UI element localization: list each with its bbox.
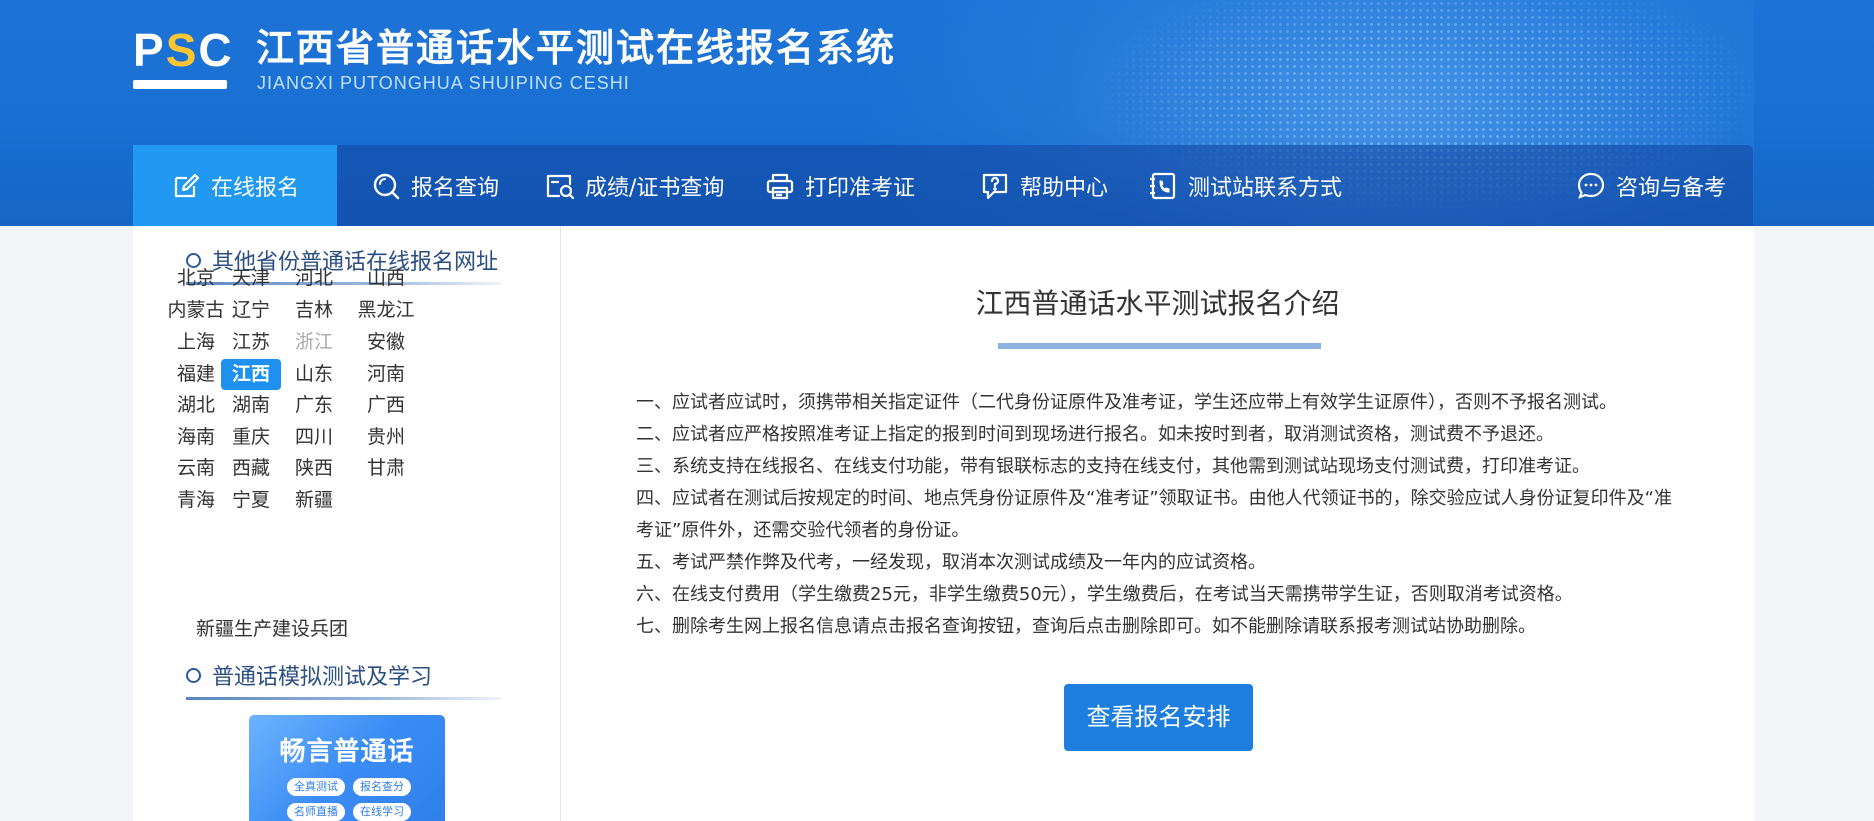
province-link[interactable]: 湖北 bbox=[166, 390, 226, 421]
province-link[interactable]: 新疆 bbox=[284, 485, 344, 516]
promo-title: 畅言普通话 bbox=[279, 737, 415, 767]
rule-item: 六、在线支付费用（学生缴费25元，非学生缴费50元），学生缴费后，在考试当天需携… bbox=[636, 584, 1573, 605]
province-link[interactable]: 辽宁 bbox=[221, 295, 281, 326]
province-link[interactable]: 内蒙古 bbox=[166, 295, 226, 326]
logo-underline bbox=[133, 80, 227, 89]
nav-label: 在线报名 bbox=[210, 175, 299, 201]
province-link[interactable]: 广东 bbox=[284, 390, 344, 421]
province-link[interactable]: 重庆 bbox=[221, 422, 281, 453]
psc-logo[interactable]: PSC bbox=[133, 27, 232, 90]
rule-item: 七、删除考生网上报名信息请点击报名查询按钮，查询后点击删除即可。如不能删除请联系… bbox=[636, 616, 1536, 637]
main-nav: 在线报名 报名查询 成绩/证书查询 打印准考证 帮助中心 测试站联系方式 咨询与… bbox=[133, 145, 1753, 226]
help-icon bbox=[982, 173, 1008, 199]
printer-icon bbox=[766, 173, 794, 199]
province-link[interactable]: 河南 bbox=[356, 359, 416, 390]
province-link[interactable]: 西藏 bbox=[221, 453, 281, 484]
province-link[interactable]: 山西 bbox=[356, 263, 416, 294]
province-link[interactable]: 黑龙江 bbox=[356, 295, 416, 326]
province-link-bingtuan[interactable]: 新疆生产建设兵团 bbox=[196, 614, 348, 641]
province-link[interactable]: 安徽 bbox=[356, 327, 416, 358]
practice-heading-rule bbox=[186, 697, 501, 700]
nav-item-consult-prepare[interactable]: 咨询与备考 bbox=[1576, 145, 1726, 226]
nav-label: 报名查询 bbox=[411, 175, 500, 201]
province-link[interactable]: 山东 bbox=[284, 359, 344, 390]
logo-letter-p: P bbox=[133, 24, 166, 76]
province-link[interactable]: 河北 bbox=[284, 263, 344, 294]
nav-item-registration-query[interactable]: 报名查询 bbox=[371, 145, 499, 226]
nav-label: 成绩/证书查询 bbox=[585, 175, 725, 201]
page-title: 江西普通话水平测试报名介绍 bbox=[975, 287, 1340, 320]
nav-item-online-registration[interactable]: 在线报名 bbox=[133, 145, 337, 226]
promo-tag: 名师直播 bbox=[287, 803, 345, 821]
nav-label: 测试站联系方式 bbox=[1188, 175, 1343, 201]
promo-tag: 在线学习 bbox=[353, 803, 411, 821]
province-link[interactable]: 广西 bbox=[356, 390, 416, 421]
registration-rules: 一、应试者应试时，须携带相关指定证件（二代身份证原件及准考证，学生还应带上有效学… bbox=[636, 387, 1686, 643]
edit-icon bbox=[174, 173, 200, 197]
logo-letter-s: S bbox=[165, 24, 199, 76]
sidebar: 其他省份普通话在线报名网址 北京 天津 河北 山西 内蒙古 辽宁 吉林 黑龙江 上海 江苏 浙江 安徽… bbox=[133, 226, 560, 821]
rule-item: 三、系统支持在线报名、在线支付功能，带有银联标志的支持在线支付，其他需到测试站现… bbox=[636, 456, 1590, 477]
circle-bullet-icon bbox=[186, 667, 201, 683]
province-link[interactable]: 海南 bbox=[166, 422, 226, 453]
province-link[interactable]: 宁夏 bbox=[221, 485, 281, 516]
province-link[interactable]: 湖南 bbox=[221, 390, 281, 421]
province-link[interactable]: 青海 bbox=[166, 485, 226, 516]
province-link[interactable]: 云南 bbox=[166, 453, 226, 484]
province-link[interactable]: 江西 bbox=[221, 359, 281, 390]
province-link[interactable]: 陕西 bbox=[284, 453, 344, 484]
chat-icon bbox=[1577, 172, 1605, 199]
search-icon bbox=[373, 173, 400, 199]
province-link[interactable]: 天津 bbox=[221, 263, 281, 294]
nav-item-score-certificate-query[interactable]: 成绩/证书查询 bbox=[545, 145, 724, 226]
province-link[interactable]: 江苏 bbox=[221, 327, 281, 358]
promo-tag: 报名查分 bbox=[353, 778, 411, 796]
province-link[interactable]: 吉林 bbox=[284, 295, 344, 326]
practice-heading: 普通话模拟测试及学习 bbox=[186, 657, 432, 693]
province-link[interactable]: 北京 bbox=[166, 263, 226, 294]
title-underline bbox=[998, 343, 1321, 349]
logo-letter-c: C bbox=[198, 24, 234, 76]
certificate-search-icon bbox=[546, 174, 575, 199]
province-link[interactable]: 福建 bbox=[166, 359, 226, 390]
nav-item-print-admission-ticket[interactable]: 打印准考证 bbox=[765, 145, 915, 226]
rule-item: 一、应试者应试时，须携带相关指定证件（二代身份证原件及准考证，学生还应带上有效学… bbox=[636, 392, 1617, 413]
province-link[interactable]: 甘肃 bbox=[356, 453, 416, 484]
province-link[interactable]: 四川 bbox=[284, 422, 344, 453]
province-link[interactable]: 浙江 bbox=[284, 327, 344, 358]
nav-item-help-center[interactable]: 帮助中心 bbox=[980, 145, 1108, 226]
nav-item-test-station-contacts[interactable]: 测试站联系方式 bbox=[1148, 145, 1342, 226]
main-content: 江西普通话水平测试报名介绍 一、应试者应试时，须携带相关指定证件（二代身份证原件… bbox=[560, 226, 1754, 821]
nav-label: 打印准考证 bbox=[805, 175, 916, 201]
province-link[interactable]: 贵州 bbox=[356, 422, 416, 453]
promo-tag: 全真测试 bbox=[287, 778, 345, 796]
changyan-promo-banner[interactable]: 畅言普通话 全真测试 报名查分 名师直播 在线学习 bbox=[249, 715, 445, 821]
nav-label: 帮助中心 bbox=[1020, 175, 1109, 201]
rule-item: 五、考试严禁作弊及代考，一经发现，取消本次测试成绩及一年内的应试资格。 bbox=[636, 552, 1266, 573]
province-link[interactable]: 上海 bbox=[166, 327, 226, 358]
view-schedule-button[interactable]: 查看报名安排 bbox=[1064, 684, 1253, 751]
site-title: 江西省普通话水平测试在线报名系统 bbox=[256, 26, 897, 70]
site-header: PSC 江西省普通话水平测试在线报名系统 JIANGXI PUTONGHUA S… bbox=[0, 0, 1874, 226]
phone-book-icon bbox=[1150, 172, 1176, 199]
rule-item: 二、应试者应严格按照准考证上指定的报到时间到现场进行报名。如未按时到者，取消测试… bbox=[636, 424, 1554, 445]
site-subtitle: JIANGXI PUTONGHUA SHUIPING CESHI bbox=[257, 73, 630, 93]
nav-label: 咨询与备考 bbox=[1616, 175, 1727, 201]
rule-item: 四、应试者在测试后按规定的时间、地点凭身份证原件及“准考证”领取证书。由他人代领… bbox=[636, 488, 1672, 541]
